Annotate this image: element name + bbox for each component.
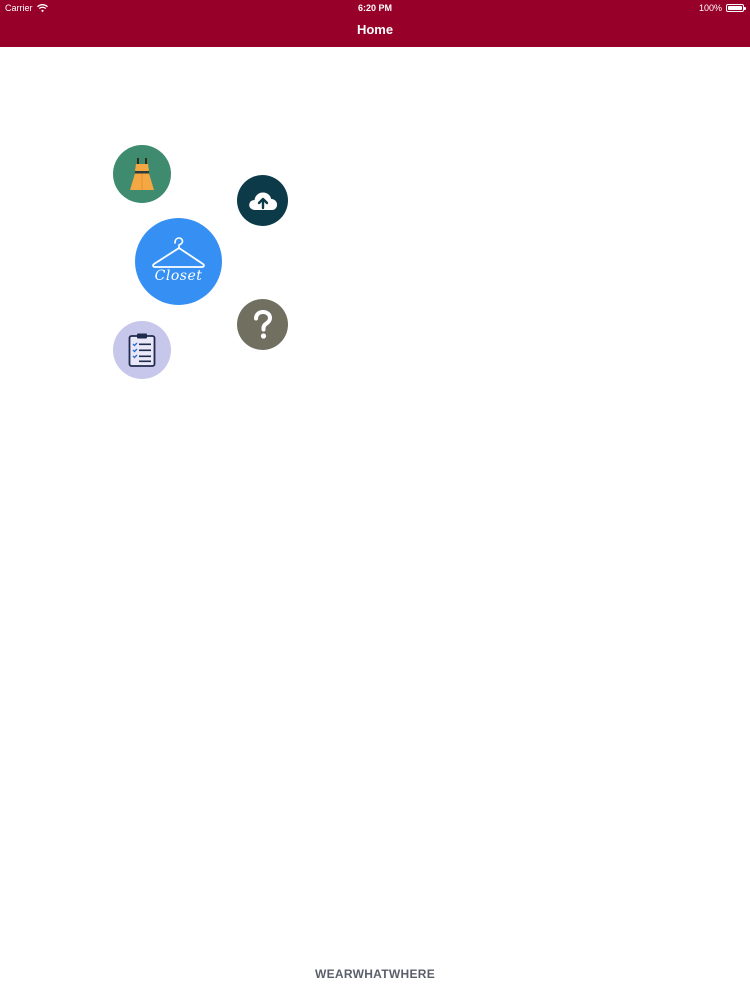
dress-icon	[130, 158, 154, 190]
status-bar: Carrier 6:20 PM 100%	[0, 0, 750, 16]
outfit-button[interactable]	[113, 145, 171, 203]
question-mark-icon	[253, 309, 272, 339]
home-screen: Carrier 6:20 PM 100% Home Closet WEARWHA…	[0, 0, 750, 1000]
battery-percent: 100%	[698, 3, 722, 13]
status-time: 6:20 PM	[357, 3, 392, 13]
help-button[interactable]	[237, 299, 288, 350]
cloud-upload-icon	[248, 192, 277, 210]
checklist-button[interactable]	[113, 321, 171, 379]
footer-brand: WEARWHATWHERE	[314, 967, 436, 981]
navigation-bar: Carrier 6:20 PM 100% Home	[0, 0, 750, 47]
battery-icon	[726, 4, 746, 12]
battery-level-fill	[728, 6, 742, 10]
closet-button[interactable]: Closet	[135, 218, 222, 305]
battery-indicator: 100%	[698, 0, 746, 16]
clipboard-checklist-icon	[128, 333, 156, 367]
closet-label: Closet	[154, 268, 203, 284]
page-title: Home	[356, 22, 394, 37]
upload-button[interactable]	[237, 175, 288, 226]
